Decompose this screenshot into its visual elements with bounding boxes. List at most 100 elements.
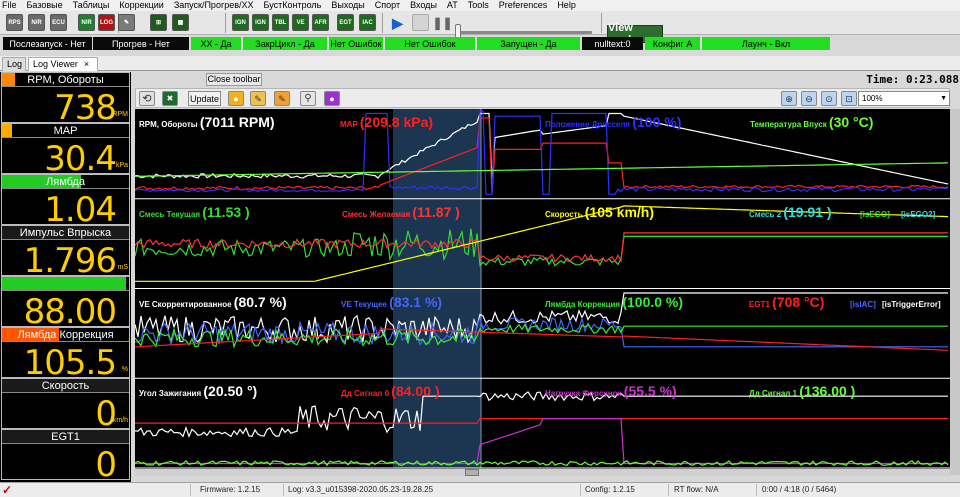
menu-item[interactable]: Запуск/Прогрев/ХХ: [174, 0, 254, 11]
menu-item[interactable]: Базовые: [27, 0, 63, 11]
statusbar-separator: [283, 484, 284, 496]
gauge[interactable]: EGT1 0: [1, 429, 130, 480]
trace-ve-current: [135, 316, 948, 348]
nr-icon[interactable]: N/R: [28, 14, 45, 31]
status-indicator: Нет Ошибок: [385, 37, 475, 50]
gauge[interactable]: 88.00: [1, 276, 130, 327]
zoom-fit-icon[interactable]: ⊙: [821, 91, 837, 106]
log-icon[interactable]: LOG: [98, 14, 115, 31]
gauge[interactable]: Лямбда Коррекция 105.5%: [1, 327, 130, 378]
burn-icon[interactable]: RPS: [6, 14, 23, 31]
trace-label: VE Текущее (83.1 %): [341, 295, 442, 310]
trace-label-name: MAP: [340, 120, 358, 129]
gauge-label: Импульс Впрыска: [2, 226, 129, 240]
zoom-in-icon[interactable]: ⊕: [781, 91, 797, 106]
scrollbar-thumb[interactable]: [465, 469, 479, 476]
rt-flow: RT flow: N/A: [674, 485, 719, 494]
menu-item[interactable]: Спорт: [375, 0, 400, 11]
menu-item[interactable]: Входы: [410, 0, 437, 11]
trace-label-name: Лямбда Коррекция: [545, 299, 621, 309]
trace-label: Угол Зажигания (20.50 °): [139, 384, 257, 399]
logviewer-toolbar: ⟲ ✖ Update ● ✎ ✎ ⚲ ● ⊕ ⊖ ⊙ ⊡ 100% ▼: [135, 88, 950, 108]
gauge-cluster-icon[interactable]: ⊞: [150, 14, 167, 31]
stop-icon[interactable]: [412, 14, 429, 31]
clear-icon[interactable]: ✎: [274, 91, 290, 106]
gauge-value: 738: [54, 88, 117, 123]
tbl-afr-icon[interactable]: AFR: [312, 14, 329, 31]
gauge-label: Лямбда: [2, 175, 129, 189]
gauge[interactable]: Импульс Впрыска 1.796 mS: [1, 225, 130, 276]
trace-label: [isIAC]: [850, 295, 876, 310]
menu-item[interactable]: Preferences: [499, 0, 548, 11]
update-button[interactable]: Update: [188, 91, 221, 106]
tbl-ign-icon[interactable]: IGN: [232, 14, 249, 31]
chevron-down-icon: ▼: [940, 95, 947, 102]
playback-slider-track[interactable]: [458, 31, 592, 34]
gauge-value: 105.5: [23, 343, 117, 378]
nr2-icon[interactable]: N/R: [78, 14, 95, 31]
close-icon[interactable]: ×: [84, 59, 89, 69]
tab-log-viewer[interactable]: Log Viewer ×: [28, 57, 98, 71]
zoom-select[interactable]: 100% ▼: [858, 91, 950, 106]
trace-label: Смесь Текущая (11.53 ): [139, 205, 250, 220]
status-indicator: Послезапуск - Нет: [3, 37, 92, 50]
menu-item[interactable]: БустКонтроль: [264, 0, 322, 11]
status-indicator: Нет Ошибок: [329, 37, 383, 50]
menu-item[interactable]: Tools: [468, 0, 489, 11]
trace-label-name: [isEGO2]: [901, 209, 936, 219]
vertical-scrollbar[interactable]: [950, 109, 960, 475]
trace-label: [isEGO]: [860, 205, 890, 220]
trace-label-name: Скорость: [545, 209, 583, 219]
menu-item[interactable]: File: [2, 0, 17, 11]
trace-label-value: (708 °C): [772, 293, 825, 310]
pause-icon[interactable]: ❚❚: [434, 14, 451, 31]
search-icon[interactable]: ⚲: [300, 91, 316, 106]
play-icon[interactable]: ▶: [389, 14, 406, 31]
tab-bar: Log Log Viewer ×: [0, 56, 960, 71]
status-indicator: Конфиг А: [645, 37, 700, 50]
gauge[interactable]: Лямбда 1.04: [1, 174, 130, 225]
gauge[interactable]: Скорость 0 km/h: [1, 378, 130, 429]
time-readout: Time: 0:23.088: [856, 73, 960, 86]
trace-label-value: (84.00 ): [391, 383, 440, 400]
trace-map-signal-1: [135, 459, 949, 467]
excel-icon[interactable]: ✖: [162, 91, 178, 106]
close-toolbar-button[interactable]: Close toolbar: [206, 73, 262, 86]
tab-log[interactable]: Log: [2, 57, 26, 71]
tbl-tbl-icon[interactable]: TBL: [272, 14, 289, 31]
trace-label-value: (100.0 %): [622, 293, 684, 310]
refresh-icon[interactable]: ⟲: [139, 91, 155, 106]
trace-label-value: (19.91 ): [783, 203, 832, 220]
menu-item[interactable]: Таблицы: [73, 0, 110, 11]
tbl-ign2-icon[interactable]: IGN: [252, 14, 269, 31]
tools-icon[interactable]: ✎: [118, 14, 135, 31]
trace-label-value: (136.00 ): [799, 383, 856, 400]
time-label: Time:: [866, 73, 900, 86]
toolbar-separator: [225, 13, 226, 33]
tbl-egt-icon[interactable]: EGT: [337, 14, 354, 31]
menu-item[interactable]: Коррекции: [119, 0, 163, 11]
open-icon[interactable]: ●: [228, 91, 244, 106]
zoom-reset-icon[interactable]: ⊡: [841, 91, 857, 106]
zoom-out-icon[interactable]: ⊖: [801, 91, 817, 106]
status-indicator: Прогрев - Нет: [93, 37, 189, 50]
check-icon: ✓: [2, 483, 13, 497]
gauge[interactable]: RPM, Обороты 738 RPM: [1, 72, 130, 123]
gauge-value: 0: [95, 445, 117, 480]
tbl-iac-icon[interactable]: IAC: [359, 14, 376, 31]
horizontal-scrollbar[interactable]: [135, 468, 950, 476]
gauge[interactable]: MAP 30.4 kPa: [1, 123, 130, 174]
log-plot[interactable]: RPM, Обороты (7011 RPM) MAP (209.8 kPa) По…: [135, 109, 950, 475]
table-icon[interactable]: ▦: [172, 14, 189, 31]
trace-label-name: Дд Сигнал 1: [749, 389, 798, 399]
trace-label-value: (20.50 °): [203, 383, 258, 400]
status-indicator: Запущен - Да: [477, 37, 580, 50]
trace-label: RPM, Обороты (7011 RPM): [139, 115, 275, 130]
menu-item[interactable]: Help: [557, 0, 576, 11]
menu-item[interactable]: Выходы: [331, 0, 364, 11]
ecu-icon[interactable]: ECU: [50, 14, 67, 31]
edit-icon[interactable]: ✎: [250, 91, 266, 106]
record-icon[interactable]: ●: [324, 91, 340, 106]
tbl-ve-icon[interactable]: VE: [292, 14, 309, 31]
menu-item[interactable]: AT: [447, 0, 458, 11]
